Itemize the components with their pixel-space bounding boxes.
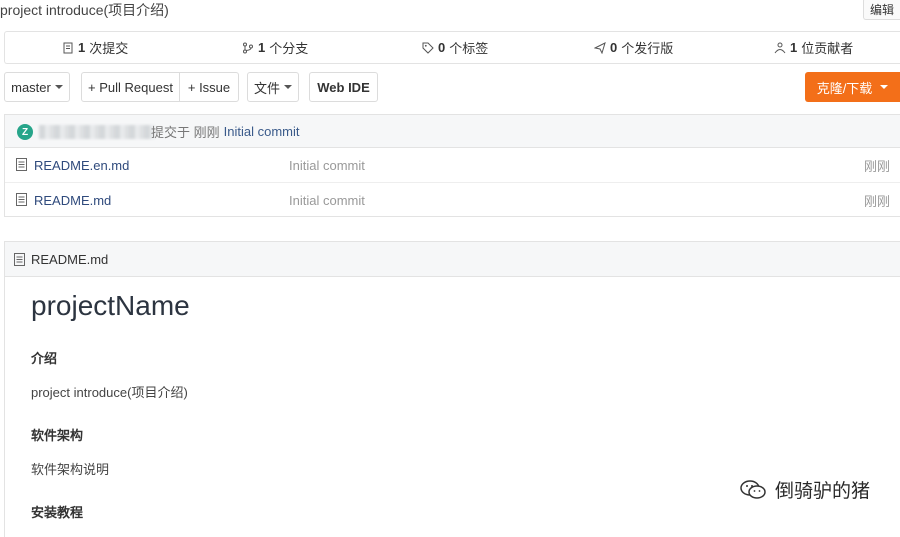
clone-download-button[interactable]: 克隆/下载 <box>805 72 900 102</box>
release-icon <box>594 41 606 54</box>
stat-releases-count: 0 <box>610 40 618 55</box>
wechat-icon <box>740 479 766 499</box>
stat-tags[interactable]: 0 个标签 <box>422 32 488 63</box>
readme-paragraph: project introduce(项目介绍) <box>31 385 188 400</box>
chevron-down-icon <box>54 85 63 89</box>
file-list: README.en.md Initial commit 刚刚 README.md… <box>4 148 900 217</box>
file-commit-message[interactable]: Initial commit <box>289 148 365 182</box>
stat-commits-count: 1 <box>78 40 86 55</box>
blurred-author-name <box>39 125 155 139</box>
file-time: 刚刚 <box>863 158 890 174</box>
stat-releases-label: 个发行版 <box>621 41 674 56</box>
stat-tags-count: 0 <box>438 40 446 55</box>
file-name-link[interactable]: README.md <box>34 183 111 217</box>
chevron-down-icon <box>284 85 292 89</box>
stat-contributors-label: 位贡献者 <box>801 41 854 56</box>
branch-select[interactable]: master <box>4 72 70 102</box>
file-row[interactable]: README.en.md Initial commit 刚刚 <box>5 148 900 182</box>
stat-contributors-count: 1 <box>790 40 798 55</box>
files-menu-label: 文件 <box>253 80 280 96</box>
commit-icon <box>63 42 73 53</box>
commit-time-text: 提交于 刚刚 <box>151 124 220 140</box>
file-name-link[interactable]: README.en.md <box>34 148 129 182</box>
file-icon <box>16 158 27 171</box>
readme-filename: README.md <box>31 251 109 267</box>
tag-icon <box>422 42 434 54</box>
stat-commits-label: 次提交 <box>89 41 129 56</box>
readme-heading: 软件架构 <box>31 428 84 443</box>
stat-releases[interactable]: 0 个发行版 <box>594 32 673 63</box>
stat-commits[interactable]: 1 次提交 <box>62 32 128 63</box>
file-commit-message[interactable]: Initial commit <box>289 183 365 217</box>
contributors-icon <box>774 42 786 53</box>
branch-select-label: master <box>11 79 51 95</box>
last-commit-bar: Z 提交于 刚刚 Initial commit <box>4 114 900 148</box>
project-description: project introduce(项目介绍) <box>0 2 169 18</box>
readme-heading: 安装教程 <box>31 505 84 520</box>
repo-stats-bar: 1 次提交 1 个分支 0 个标签 0 个发行版 1 位贡献者 <box>4 31 900 64</box>
file-icon <box>16 193 27 206</box>
chevron-down-icon <box>880 85 889 89</box>
web-ide-button[interactable]: Web IDE <box>309 72 378 102</box>
file-time: 刚刚 <box>863 193 890 209</box>
stat-branches-label: 个分支 <box>269 41 309 56</box>
file-icon <box>14 253 25 266</box>
file-row[interactable]: README.md Initial commit 刚刚 <box>5 182 900 216</box>
stat-branches-count: 1 <box>258 40 266 55</box>
readme-heading: 介绍 <box>31 351 58 366</box>
commit-message-link[interactable]: Initial commit <box>224 124 300 139</box>
avatar[interactable]: Z <box>17 124 33 140</box>
stat-tags-label: 个标签 <box>449 41 489 56</box>
files-menu-button[interactable]: 文件 <box>247 72 299 102</box>
readme-header: README.md <box>4 241 900 277</box>
watermark: 倒骑驴的猪 <box>739 476 870 503</box>
readme-paragraph: 软件架构说明 <box>31 462 110 477</box>
stat-branches[interactable]: 1 个分支 <box>242 32 308 63</box>
issue-button[interactable]: + Issue <box>179 72 239 102</box>
stat-contributors[interactable]: 1 位贡献者 <box>774 32 853 63</box>
watermark-text: 倒骑驴的猪 <box>774 481 870 502</box>
readme-title: projectName <box>31 290 190 321</box>
clone-download-label: 克隆/下载 <box>816 80 873 96</box>
edit-button[interactable]: 编辑 <box>863 0 900 20</box>
pull-request-button[interactable]: + Pull Request <box>81 72 180 102</box>
last-commit-info: 提交于 刚刚 Initial commit <box>151 115 299 147</box>
branch-icon <box>243 42 253 53</box>
